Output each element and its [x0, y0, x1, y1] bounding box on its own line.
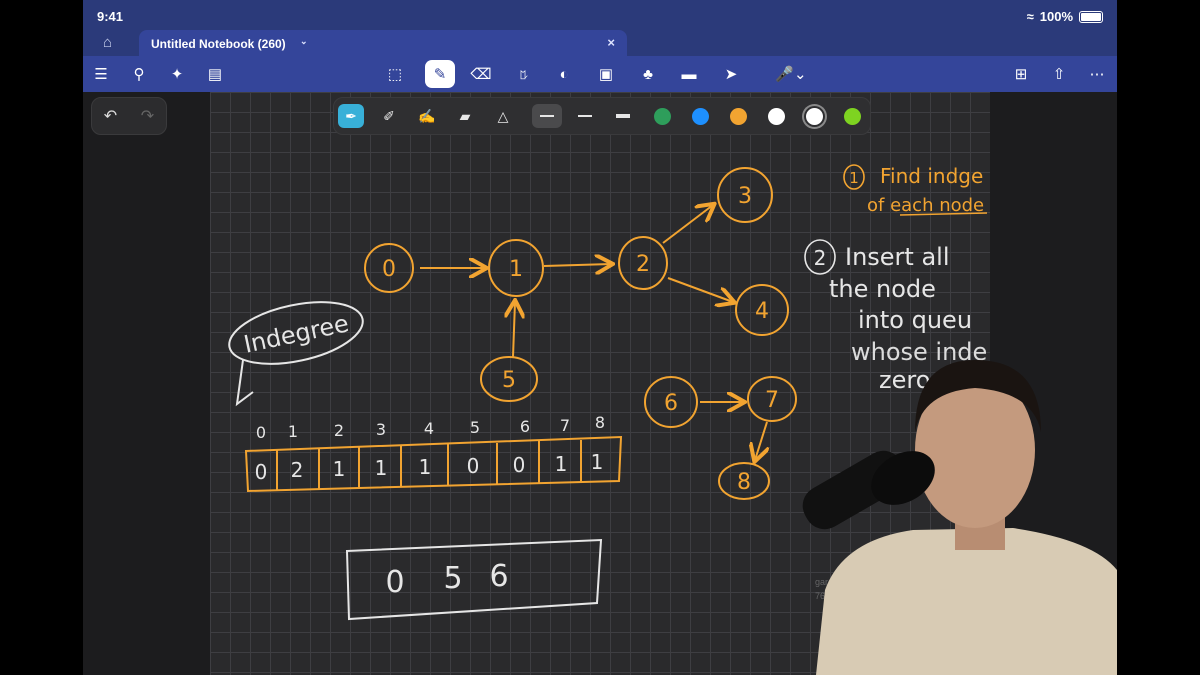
presenter-webcam-overlay: [802, 360, 1117, 675]
presenter-shirt: [816, 528, 1117, 675]
tablet-screen: 9:41 ≈ 100% ⌂ Untitled Notebook (260) ⌄ …: [83, 0, 1117, 675]
